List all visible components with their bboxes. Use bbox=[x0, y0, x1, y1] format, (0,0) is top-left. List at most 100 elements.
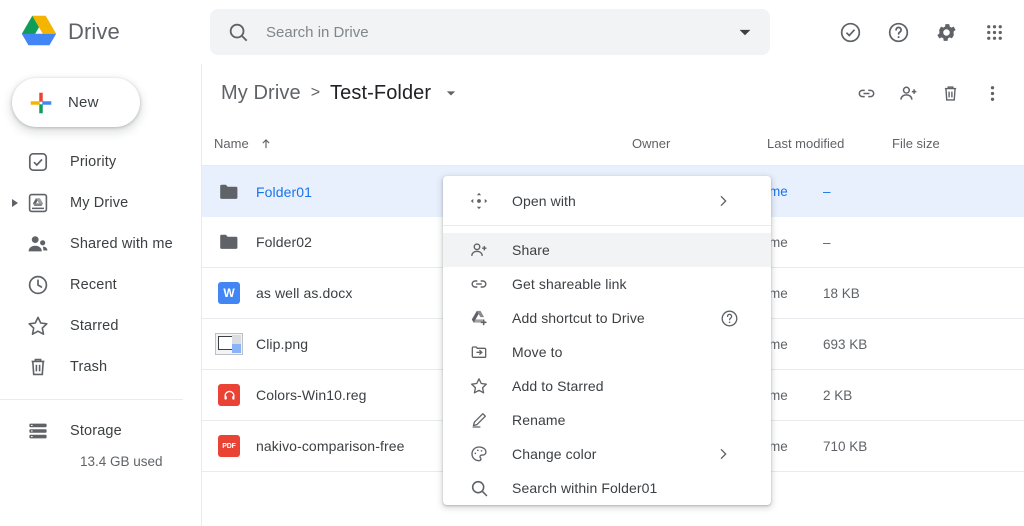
folder-icon bbox=[202, 180, 256, 204]
search-input[interactable] bbox=[266, 24, 732, 41]
more-vertical-icon[interactable] bbox=[972, 73, 1012, 113]
folder-toolbar bbox=[846, 64, 1012, 122]
file-size: – bbox=[801, 235, 901, 250]
breadcrumb-bar: My Drive > Test-Folder bbox=[202, 64, 1024, 122]
pencil-icon bbox=[469, 410, 489, 430]
menu-item-change-color[interactable]: Change color bbox=[443, 437, 771, 471]
menu-item-label: Rename bbox=[512, 412, 566, 428]
menu-item-share[interactable]: Share bbox=[443, 233, 771, 267]
column-header-name[interactable]: Name bbox=[202, 136, 632, 151]
menu-item-open-with[interactable]: Open with bbox=[443, 184, 771, 218]
sidebar-item-label: My Drive bbox=[70, 195, 128, 211]
reg-file-icon bbox=[202, 384, 256, 406]
brand-name: Drive bbox=[68, 19, 120, 45]
plus-icon bbox=[28, 90, 54, 116]
sidebar-item-priority[interactable]: Priority bbox=[0, 141, 201, 182]
new-button[interactable]: New bbox=[12, 78, 140, 127]
sidebar-divider bbox=[0, 399, 183, 400]
image-thumbnail-icon bbox=[202, 333, 256, 355]
breadcrumb-root[interactable]: My Drive bbox=[221, 82, 301, 105]
sidebar-item-label: Recent bbox=[70, 277, 117, 293]
file-owner: me bbox=[769, 388, 801, 403]
chevron-down-icon[interactable] bbox=[732, 19, 758, 45]
menu-item-label: Share bbox=[512, 242, 550, 258]
apps-grid-icon[interactable] bbox=[972, 10, 1016, 54]
column-header-file-size[interactable]: File size bbox=[892, 136, 992, 151]
sidebar-item-recent[interactable]: Recent bbox=[0, 264, 201, 305]
trash-icon[interactable] bbox=[930, 73, 970, 113]
file-size: 2 KB bbox=[801, 388, 901, 403]
menu-item-label: Move to bbox=[512, 344, 563, 360]
storage-icon bbox=[26, 419, 50, 443]
breadcrumb-separator: > bbox=[311, 84, 320, 102]
column-header-name-label: Name bbox=[214, 136, 249, 151]
google-drive-window: Drive bbox=[0, 0, 1024, 526]
file-size: 693 KB bbox=[801, 337, 901, 352]
brand[interactable]: Drive bbox=[0, 14, 210, 50]
my-drive-icon bbox=[26, 191, 50, 215]
sidebar-nav: Priority My Drive bbox=[0, 141, 201, 469]
menu-item-get-shareable-link[interactable]: Get shareable link bbox=[443, 267, 771, 301]
file-owner: me bbox=[769, 286, 801, 301]
file-owner: me bbox=[769, 184, 801, 199]
google-drive-logo-icon bbox=[18, 14, 60, 50]
menu-item-label: Search within Folder01 bbox=[512, 480, 657, 496]
open-with-icon bbox=[469, 191, 489, 211]
menu-item-label: Add to Starred bbox=[512, 378, 604, 394]
chevron-right-icon bbox=[715, 446, 731, 462]
priority-check-icon bbox=[26, 150, 50, 174]
sidebar-item-shared-with-me[interactable]: Shared with me bbox=[0, 223, 201, 264]
sidebar-item-trash[interactable]: Trash bbox=[0, 346, 201, 387]
top-bar: Drive bbox=[0, 0, 1024, 64]
sidebar-item-storage[interactable]: Storage bbox=[0, 410, 201, 451]
file-size: – bbox=[801, 184, 901, 199]
menu-item-label: Add shortcut to Drive bbox=[512, 310, 645, 326]
column-header-owner[interactable]: Owner bbox=[632, 136, 767, 151]
menu-item-move-to[interactable]: Move to bbox=[443, 335, 771, 369]
file-owner: me bbox=[769, 235, 801, 250]
sidebar-item-label: Starred bbox=[70, 318, 119, 334]
menu-item-rename[interactable]: Rename bbox=[443, 403, 771, 437]
link-icon[interactable] bbox=[846, 73, 886, 113]
clock-icon bbox=[26, 273, 50, 297]
expand-my-drive-icon[interactable] bbox=[12, 199, 18, 207]
file-owner: me bbox=[769, 439, 801, 454]
chevron-right-icon bbox=[715, 193, 731, 209]
search-icon bbox=[227, 21, 249, 43]
context-menu: Open with Share Get shareable link bbox=[443, 176, 771, 505]
file-size: 710 KB bbox=[801, 439, 901, 454]
storage-used-text: 13.4 GB used bbox=[0, 454, 201, 469]
link-icon bbox=[469, 274, 489, 294]
add-shortcut-drive-icon bbox=[469, 308, 489, 328]
sidebar-item-my-drive[interactable]: My Drive bbox=[0, 182, 201, 223]
menu-item-label: Change color bbox=[512, 446, 596, 462]
menu-item-add-shortcut-to-drive[interactable]: Add shortcut to Drive bbox=[443, 301, 771, 335]
chevron-down-icon[interactable] bbox=[441, 83, 461, 103]
search-bar[interactable] bbox=[210, 9, 770, 55]
sidebar: New Priority My Drive bbox=[0, 64, 202, 526]
breadcrumb-current[interactable]: Test-Folder bbox=[330, 82, 431, 105]
sidebar-item-starred[interactable]: Starred bbox=[0, 305, 201, 346]
sidebar-item-label: Shared with me bbox=[70, 236, 173, 252]
help-circle-icon[interactable] bbox=[720, 309, 739, 328]
people-icon bbox=[26, 232, 50, 256]
column-headers: Name Owner Last modified File size bbox=[202, 122, 1024, 166]
word-doc-icon: W bbox=[202, 282, 256, 304]
menu-item-label: Get shareable link bbox=[512, 276, 627, 292]
trash-icon bbox=[26, 355, 50, 379]
add-person-icon[interactable] bbox=[888, 73, 928, 113]
menu-item-search-within-folder[interactable]: Search within Folder01 bbox=[443, 471, 771, 505]
help-circle-icon[interactable] bbox=[876, 10, 920, 54]
folder-icon bbox=[202, 230, 256, 254]
star-icon bbox=[469, 376, 489, 396]
column-header-last-modified[interactable]: Last modified bbox=[767, 136, 892, 151]
new-button-label: New bbox=[68, 94, 99, 111]
menu-item-label: Open with bbox=[512, 193, 576, 209]
support-check-icon[interactable] bbox=[828, 10, 872, 54]
gear-icon[interactable] bbox=[924, 10, 968, 54]
star-icon bbox=[26, 314, 50, 338]
file-owner: me bbox=[769, 337, 801, 352]
sidebar-item-label: Priority bbox=[70, 154, 116, 170]
menu-divider bbox=[443, 225, 771, 226]
menu-item-add-to-starred[interactable]: Add to Starred bbox=[443, 369, 771, 403]
